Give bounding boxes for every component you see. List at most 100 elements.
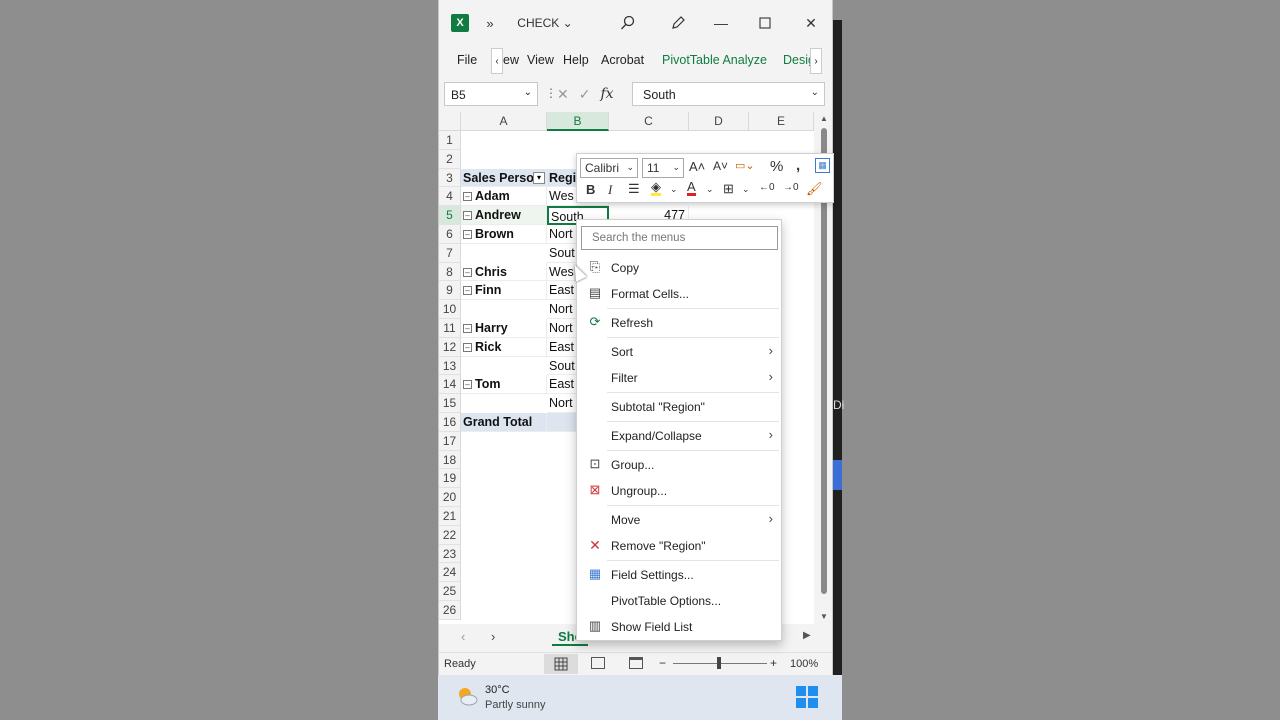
cell-a16[interactable]: Grand Total <box>461 413 547 432</box>
column-header-b[interactable]: B <box>547 112 609 131</box>
zoom-slider-thumb[interactable] <box>717 657 721 669</box>
weather-icon[interactable] <box>456 685 478 707</box>
collapse-icon[interactable]: – <box>463 324 472 333</box>
search-menus-input[interactable]: Search the menus <box>581 226 778 250</box>
collapse-icon[interactable]: – <box>463 211 472 221</box>
menu-item-field-settings[interactable]: ▦ Field Settings... <box>577 563 781 587</box>
menu-item-group[interactable]: ⊡ Group... <box>577 453 781 477</box>
font-size-select[interactable]: 11 ⌄ <box>642 158 684 178</box>
select-all-corner[interactable] <box>439 112 461 131</box>
row-header-15[interactable]: 15 <box>439 394 461 413</box>
sheet-scroll-right-icon[interactable]: ▶ <box>803 630 811 641</box>
row-header-1[interactable]: 1 <box>439 131 461 150</box>
menu-item-move[interactable]: Move › <box>577 508 781 532</box>
row-header-11[interactable]: 11 <box>439 319 461 338</box>
zoom-out-icon[interactable]: − <box>659 656 666 670</box>
zoom-level[interactable]: 100% <box>790 658 818 670</box>
cancel-icon[interactable]: ✕ <box>557 86 569 103</box>
page-break-icon[interactable] <box>629 657 643 669</box>
row-header-7[interactable]: 7 <box>439 243 461 263</box>
column-header-a[interactable]: A <box>461 112 547 131</box>
row-header-2[interactable]: 2 <box>439 149 461 169</box>
menu-item-refresh[interactable]: ⟳ Refresh <box>577 311 781 335</box>
italic-icon[interactable]: I <box>608 182 612 198</box>
row-header-4[interactable]: 4 <box>439 187 461 207</box>
row-header-26[interactable]: 26 <box>439 601 461 620</box>
next-sheet-icon[interactable]: › <box>491 629 495 644</box>
scroll-down-icon[interactable]: ▼ <box>820 612 828 621</box>
font-name-select[interactable]: Calibri ⌄ <box>580 158 638 178</box>
row-header-14[interactable]: 14 <box>439 375 461 395</box>
increase-decimal-icon[interactable]: ←0 <box>759 182 775 193</box>
row-header-5[interactable]: 5 <box>439 206 461 225</box>
row-header-24[interactable]: 24 <box>439 563 461 583</box>
cell-a14[interactable]: – Tom <box>461 375 547 395</box>
column-header-e[interactable]: E <box>749 112 814 131</box>
menu-item-remove[interactable]: ✕ Remove "Region" <box>577 534 781 558</box>
collapse-icon[interactable]: – <box>463 286 472 296</box>
decrease-font-icon[interactable]: A˅ <box>713 159 728 173</box>
row-header-13[interactable]: 13 <box>439 356 461 376</box>
row-header-23[interactable]: 23 <box>439 544 461 564</box>
search-icon[interactable] <box>617 12 639 34</box>
pen-icon[interactable] <box>667 12 689 34</box>
row-header-25[interactable]: 25 <box>439 582 461 601</box>
borders-icon[interactable]: ⊞ <box>723 181 734 197</box>
formula-input[interactable]: South ⌄ <box>632 82 825 106</box>
row-header-3[interactable]: 3 <box>439 168 461 188</box>
insert-function-icon[interactable]: fx <box>600 86 613 102</box>
menu-item-subtotal[interactable]: Subtotal "Region" <box>577 395 781 419</box>
collapse-icon[interactable]: – <box>463 380 472 390</box>
percent-style-icon[interactable]: % <box>770 158 783 175</box>
filter-dropdown-icon[interactable]: ▾ <box>533 171 545 184</box>
collapse-icon[interactable]: – <box>463 342 472 352</box>
close-icon[interactable]: ✕ <box>801 12 821 34</box>
tab-view[interactable]: View <box>527 53 554 67</box>
row-header-19[interactable]: 19 <box>439 469 461 489</box>
menu-item-copy[interactable]: ⎘ Copy <box>577 256 781 280</box>
chevron-down-icon[interactable]: ⌄ <box>670 184 678 195</box>
cell-a4[interactable]: – Adam <box>461 187 547 207</box>
chevron-down-icon[interactable]: ⌄ <box>742 184 750 195</box>
menu-item-show-field-list[interactable]: ▥ Show Field List <box>577 615 781 639</box>
more-options-icon[interactable]: ⋮ <box>545 86 557 100</box>
name-box[interactable]: B5 ⌄ <box>444 82 538 106</box>
chevron-down-icon[interactable]: ⌄ <box>706 184 714 195</box>
tab-pivottable-analyze[interactable]: PivotTable Analyze <box>662 53 767 67</box>
menu-item-pivottable-options[interactable]: PivotTable Options... <box>577 589 781 613</box>
tab-review[interactable]: ew <box>503 53 519 67</box>
row-header-16[interactable]: 16 <box>439 413 461 432</box>
zoom-in-icon[interactable]: + <box>770 656 777 670</box>
cell-a6[interactable]: – Brown <box>461 225 547 244</box>
minimize-icon[interactable]: — <box>711 12 731 34</box>
row-header-21[interactable]: 21 <box>439 507 461 526</box>
expand-qat-icon[interactable]: » <box>483 12 497 34</box>
cell-a11[interactable]: – Harry <box>461 319 547 338</box>
enter-icon[interactable]: ✓ <box>579 86 591 103</box>
maximize-icon[interactable] <box>755 12 775 34</box>
scroll-up-icon[interactable]: ▲ <box>820 114 828 123</box>
align-center-icon[interactable]: ☰ <box>628 181 640 197</box>
normal-view-icon[interactable] <box>544 654 578 674</box>
collapse-icon[interactable]: – <box>463 192 472 202</box>
collapse-icon[interactable]: – <box>463 267 472 277</box>
increase-font-icon[interactable]: A˄ <box>689 159 705 174</box>
cell-a5[interactable]: – Andrew <box>461 206 547 225</box>
row-header-12[interactable]: 12 <box>439 337 461 357</box>
menu-item-format-cells[interactable]: ▤ Format Cells... <box>577 282 781 306</box>
prev-sheet-icon[interactable]: ‹ <box>461 629 465 644</box>
menu-item-sort[interactable]: Sort › <box>577 340 781 364</box>
windows-start-icon[interactable] <box>796 686 818 708</box>
cell-a12[interactable]: – Rick <box>461 337 547 357</box>
format-table-icon[interactable]: ▦ <box>815 158 830 173</box>
menu-item-filter[interactable]: Filter › <box>577 366 781 390</box>
ribbon-scroll-right-icon[interactable]: › <box>810 48 822 74</box>
tab-help[interactable]: Help <box>563 53 589 67</box>
row-header-9[interactable]: 9 <box>439 281 461 301</box>
document-title[interactable]: CHECK ⌄ <box>515 12 575 34</box>
comma-style-icon[interactable]: , <box>796 157 800 174</box>
decrease-decimal-icon[interactable]: →0 <box>783 182 799 193</box>
row-header-22[interactable]: 22 <box>439 525 461 545</box>
expand-formula-icon[interactable]: ⌄ <box>811 87 819 98</box>
ribbon-scroll-left-icon[interactable]: ‹ <box>491 48 503 74</box>
